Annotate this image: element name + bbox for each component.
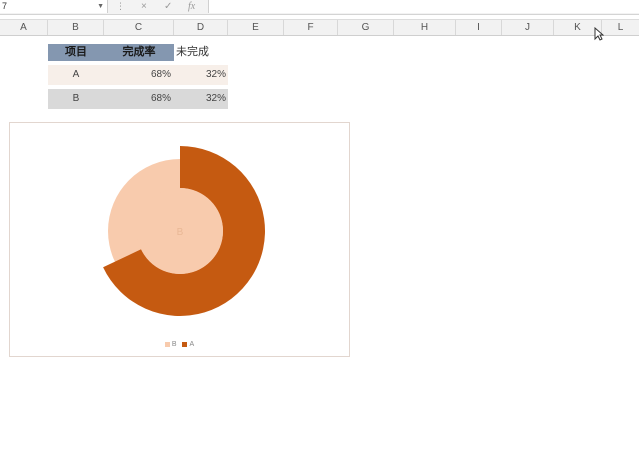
name-box[interactable]: 7 ▼ xyxy=(0,0,108,13)
cancel-icon[interactable]: × xyxy=(141,0,147,13)
column-headers: A B C D E F G H I J K L xyxy=(0,19,639,36)
cell-rate[interactable]: 68% xyxy=(104,65,171,85)
cell-rate[interactable]: 68% xyxy=(104,89,171,109)
mouse-cursor-icon xyxy=(594,27,604,41)
column-header-H[interactable]: H xyxy=(394,20,456,35)
header-item[interactable]: 项目 xyxy=(48,44,104,61)
resize-handle-icon[interactable]: ⋮ xyxy=(116,0,125,13)
column-header-I[interactable]: I xyxy=(456,20,502,35)
legend-item-b[interactable]: B xyxy=(164,341,177,348)
column-header-E[interactable]: E xyxy=(228,20,284,35)
legend-label: A xyxy=(189,341,195,348)
insert-function-icon[interactable]: fx xyxy=(188,0,195,13)
column-header-D[interactable]: D xyxy=(174,20,228,35)
column-header-B[interactable]: B xyxy=(48,20,104,35)
table-row: B 68% 32% xyxy=(48,89,228,109)
column-header-L[interactable]: L xyxy=(602,20,639,35)
cell-incomplete[interactable]: 32% xyxy=(174,89,226,109)
cell-item[interactable]: A xyxy=(48,65,104,85)
legend-swatch xyxy=(182,341,188,347)
legend-item-a[interactable]: A xyxy=(182,341,194,348)
enter-icon[interactable]: ✓ xyxy=(164,0,172,13)
column-header-A[interactable]: A xyxy=(0,20,48,35)
legend-swatch xyxy=(164,341,170,347)
table-row: A 68% 32% xyxy=(48,65,228,85)
doughnut-chart[interactable]: B B A xyxy=(9,122,350,357)
doughnut-chart-svg: B xyxy=(103,146,266,316)
formula-bar: 7 ▼ ⋮ × ✓ fx xyxy=(0,0,639,15)
name-box-value: 7 xyxy=(2,1,8,11)
cell-item[interactable]: B xyxy=(48,89,104,109)
center-label: B xyxy=(177,227,184,238)
column-header-J[interactable]: J xyxy=(502,20,554,35)
legend-label: B xyxy=(171,341,177,348)
chart-legend: B A xyxy=(10,341,349,348)
cell-incomplete[interactable]: 32% xyxy=(174,65,226,85)
column-header-G[interactable]: G xyxy=(338,20,394,35)
header-incomplete[interactable]: 未完成 xyxy=(176,44,230,61)
chevron-down-icon[interactable]: ▼ xyxy=(97,0,104,13)
column-header-F[interactable]: F xyxy=(284,20,338,35)
header-rate[interactable]: 完成率 xyxy=(104,44,174,61)
formula-input[interactable] xyxy=(208,0,639,13)
column-header-C[interactable]: C xyxy=(104,20,174,35)
